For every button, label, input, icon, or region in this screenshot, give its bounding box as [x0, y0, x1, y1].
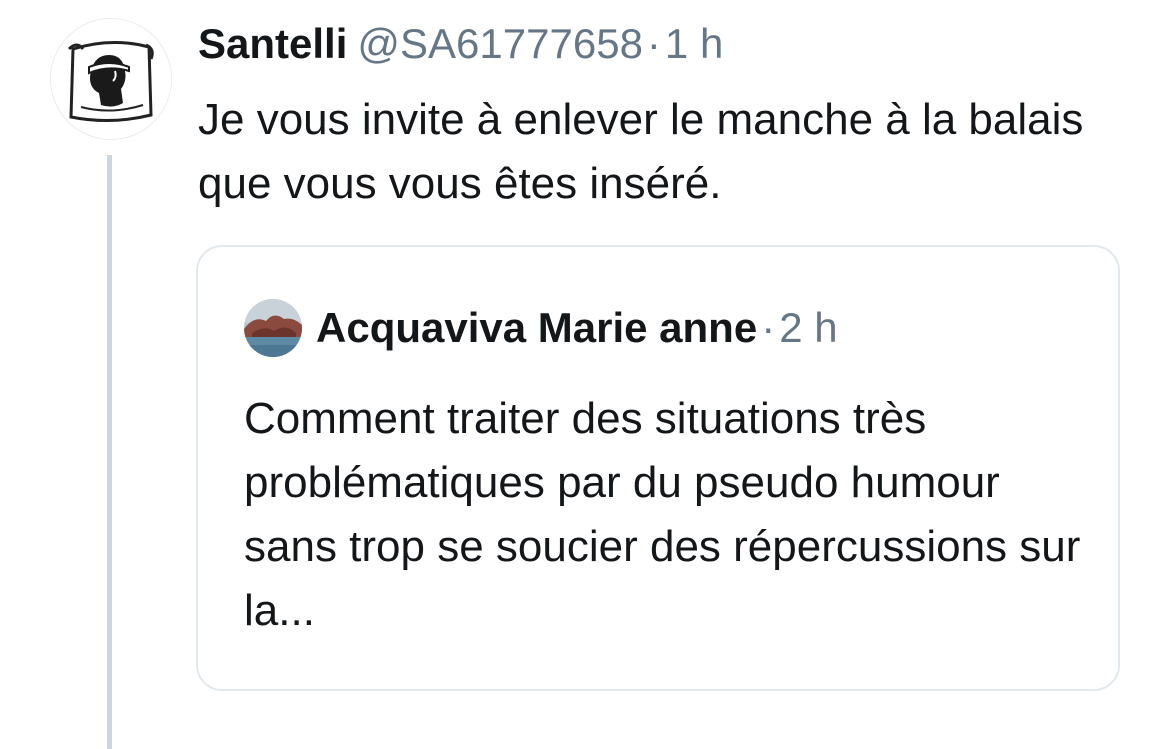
thread-line: [107, 155, 112, 749]
quoted-tweet-card[interactable]: Acquaviva Marie anne·2 h Comment traiter…: [196, 245, 1120, 691]
quoted-display-name[interactable]: Acquaviva Marie anne: [316, 304, 757, 351]
quoted-avatar[interactable]: [244, 299, 302, 357]
quoted-tweet-text: Comment traiter des situations très prob…: [244, 394, 1081, 635]
separator-dot: ·: [646, 20, 661, 67]
user-handle[interactable]: @SA61777658: [357, 20, 643, 67]
landscape-photo-icon: [244, 299, 302, 357]
display-name[interactable]: Santelli: [198, 20, 347, 67]
quoted-tweet-header: Acquaviva Marie anne·2 h: [316, 300, 838, 356]
tweet-header: Santelli @SA61777658·1 h: [198, 16, 723, 72]
tweet-text: Je vous invite à enlever le manche à la …: [198, 95, 1084, 208]
quoted-timestamp[interactable]: 2 h: [779, 304, 837, 351]
quoted-separator-dot: ·: [761, 304, 776, 351]
moor-head-icon: [51, 19, 171, 139]
avatar[interactable]: [50, 18, 172, 140]
tweet-timestamp[interactable]: 1 h: [665, 20, 723, 67]
